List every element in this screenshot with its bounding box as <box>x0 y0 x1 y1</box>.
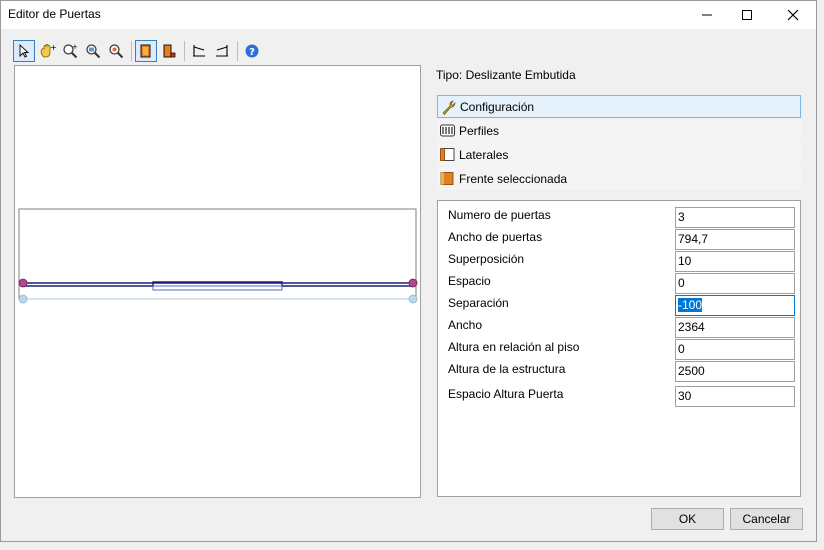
prop-label: Altura en relación al piso <box>448 340 580 354</box>
minimize-icon <box>702 14 712 16</box>
zoom-out-button[interactable] <box>105 40 127 62</box>
select-pointer-icon <box>19 43 30 58</box>
middle-door-panel <box>152 285 283 291</box>
properties-panel: Numero de puertas 3 Ancho de puertas 794… <box>437 200 801 497</box>
front-icon <box>440 172 454 185</box>
prop-label: Altura de la estructura <box>448 362 566 376</box>
zoom-in-icon <box>86 44 101 59</box>
left-floor-point[interactable] <box>18 294 28 304</box>
maximize-button[interactable] <box>724 1 770 29</box>
cancel-button[interactable]: Cancelar <box>730 508 803 530</box>
title-bar: Editor de Puertas <box>1 1 816 29</box>
ancho-input[interactable]: 2364 <box>675 317 795 338</box>
section-label: Frente seleccionada <box>459 171 568 186</box>
superposicion-input[interactable]: 10 <box>675 251 795 272</box>
view-right-button[interactable] <box>211 40 233 62</box>
view-left-icon <box>193 45 205 57</box>
door-front-button[interactable] <box>135 40 157 62</box>
close-button[interactable] <box>770 1 816 29</box>
section-label: Perfiles <box>459 123 500 138</box>
prop-label: Ancho de puertas <box>448 230 543 244</box>
door-type-label: Tipo: Deslizante Embutida <box>436 68 576 82</box>
window-title: Editor de Puertas <box>8 7 101 21</box>
door-editor-window: Editor de Puertas + + ? Tipo: Deslizante… <box>0 0 817 542</box>
section-laterales[interactable]: Laterales <box>437 143 801 166</box>
toolbar-separator <box>131 41 132 61</box>
section-frente-seleccionada[interactable]: Frente seleccionada <box>437 167 801 190</box>
svg-text:?: ? <box>249 47 255 58</box>
view-left-button[interactable] <box>188 40 210 62</box>
door-side-icon <box>163 44 176 58</box>
right-floor-point[interactable] <box>408 294 418 304</box>
prop-label: Separación <box>448 296 509 310</box>
section-label: Configuración <box>460 99 535 114</box>
pan-tool-button[interactable]: + <box>36 40 58 62</box>
help-icon: ? <box>245 44 259 58</box>
toolbar-separator <box>184 41 185 61</box>
view-right-icon <box>216 45 228 57</box>
prop-label: Espacio Altura Puerta <box>448 387 564 401</box>
section-label: Laterales <box>459 147 509 162</box>
door-drawing-canvas[interactable] <box>14 65 421 498</box>
right-anchor-point[interactable] <box>408 278 418 288</box>
close-icon <box>787 9 799 21</box>
zoom-in-button[interactable] <box>82 40 104 62</box>
pan-hand-icon: + <box>40 43 56 58</box>
zoom-window-icon: + <box>63 43 78 59</box>
section-perfiles[interactable]: Perfiles <box>437 119 801 142</box>
altura-estructura-input[interactable]: 2500 <box>675 361 795 382</box>
prop-label: Numero de puertas <box>448 208 551 222</box>
laterals-icon <box>440 148 455 161</box>
svg-text:+: + <box>72 43 78 51</box>
ancho-puertas-input[interactable]: 794,7 <box>675 229 795 250</box>
help-button[interactable]: ? <box>241 40 263 62</box>
section-configuracion[interactable]: Configuración <box>437 95 801 118</box>
wrench-icon <box>442 100 456 116</box>
door-side-button[interactable] <box>158 40 180 62</box>
toolbar-separator <box>237 41 238 61</box>
toolbar: + + ? <box>13 39 265 63</box>
numero-puertas-input[interactable]: 3 <box>675 207 795 228</box>
left-anchor-point[interactable] <box>18 278 28 288</box>
espacio-altura-puerta-input[interactable]: 30 <box>675 386 795 407</box>
door-plan-drawing <box>18 208 418 304</box>
profiles-icon <box>440 124 455 137</box>
maximize-icon <box>742 10 752 20</box>
selected-text: -100 <box>678 298 703 312</box>
prop-label: Superposición <box>448 252 525 266</box>
espacio-input[interactable]: 0 <box>675 273 795 294</box>
prop-label: Ancho <box>448 318 483 332</box>
select-tool-button[interactable] <box>13 40 35 62</box>
door-front-icon <box>140 44 151 58</box>
zoom-window-button[interactable]: + <box>59 40 81 62</box>
ok-button[interactable]: OK <box>651 508 724 530</box>
altura-relacion-piso-input[interactable]: 0 <box>675 339 795 360</box>
separacion-input[interactable]: -100 <box>675 295 795 316</box>
zoom-out-icon <box>109 44 124 59</box>
svg-text:+: + <box>50 43 56 52</box>
prop-label: Espacio <box>448 274 491 288</box>
